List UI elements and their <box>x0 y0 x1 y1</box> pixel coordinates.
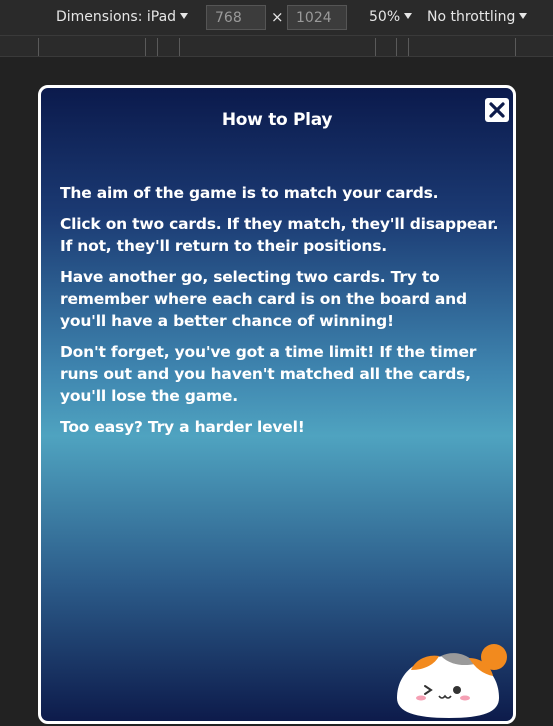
modal-title: How to Play <box>221 110 333 130</box>
breakpoint-marker <box>38 38 39 56</box>
times-sign: × <box>271 8 284 26</box>
instruction-paragraph: Don't forget, you've got a time limit! I… <box>60 343 477 405</box>
height-input[interactable]: 1024 <box>287 5 347 30</box>
width-input[interactable]: 768 <box>206 5 266 30</box>
chevron-down-icon <box>404 13 413 19</box>
instruction-paragraph: Too easy? Try a harder level! <box>60 418 305 436</box>
media-query-bar[interactable] <box>0 35 553 57</box>
throttling-dropdown[interactable]: No throttling <box>427 0 528 35</box>
breakpoint-marker <box>157 38 158 56</box>
instruction-paragraph: Click on two cards. If they match, they'… <box>60 215 499 255</box>
breakpoint-marker <box>515 38 516 56</box>
dimensions-dropdown[interactable]: Dimensions: iPad <box>56 0 189 35</box>
zoom-label: 50% <box>369 9 401 25</box>
chevron-down-icon <box>519 13 528 19</box>
throttling-label: No throttling <box>427 9 516 25</box>
dimensions-label: Dimensions: iPad <box>56 9 177 25</box>
breakpoint-marker <box>396 38 397 56</box>
breakpoint-marker <box>179 38 180 56</box>
breakpoint-marker <box>408 38 409 56</box>
instruction-paragraph: The aim of the game is to match your car… <box>60 184 439 202</box>
chevron-down-icon <box>180 13 189 19</box>
cat-mascot-icon <box>397 644 507 718</box>
breakpoint-marker <box>145 38 146 56</box>
breakpoint-marker <box>375 38 376 56</box>
instruction-paragraph: Have another go, selecting two cards. Tr… <box>60 268 467 330</box>
devtools-device-toolbar: Dimensions: iPad 768 × 1024 50% No throt… <box>0 0 553 35</box>
instructions-text: The aim of the game is to match your car… <box>60 182 500 447</box>
how-to-play-modal: How to Play The aim of the game is to ma… <box>38 85 516 724</box>
zoom-dropdown[interactable]: 50% <box>369 0 413 35</box>
